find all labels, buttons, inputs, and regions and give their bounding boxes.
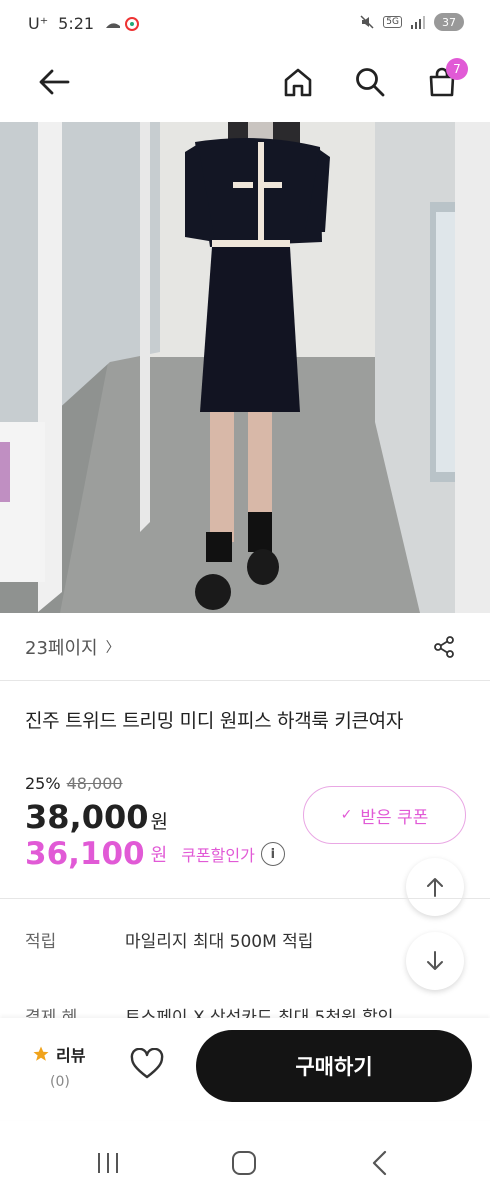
mute-icon (360, 15, 374, 29)
chevron-right-icon: 〉 (105, 640, 120, 656)
signal-icon (411, 16, 425, 29)
original-price: 48,000 (66, 774, 123, 793)
notification-icons (106, 16, 140, 31)
coupon-price-label: 쿠폰할인가 (181, 846, 255, 865)
arrow-up-icon (427, 878, 443, 897)
search-button[interactable] (348, 60, 392, 104)
discount-row: 25% 48,000 (25, 774, 123, 793)
cart-button[interactable]: 7 (420, 58, 468, 104)
home-nav-icon (232, 1151, 256, 1175)
product-image[interactable] (0, 122, 490, 613)
status-bar: U⁺ 5:21 5G 37 (0, 0, 490, 50)
back-nav-button[interactable] (358, 1141, 402, 1185)
coupon-button-label: 받은 쿠폰 (360, 807, 429, 828)
shop-row[interactable]: 23페이지 〉 (0, 614, 490, 680)
received-coupon-button[interactable]: ✓ 받은 쿠폰 (303, 786, 466, 844)
product-title: 진주 트위드 트리밍 미디 원피스 하객룩 키큰여자 (25, 710, 404, 732)
scroll-bottom-button[interactable] (406, 932, 464, 990)
review-summary[interactable]: 리뷰 (0) (32, 1042, 85, 1090)
star-icon (33, 1046, 49, 1061)
back-nav-icon (372, 1150, 387, 1176)
system-nav-bar (0, 1125, 490, 1200)
back-button[interactable] (32, 60, 76, 104)
recent-apps-icon (98, 1153, 118, 1173)
sale-price-unit: 원 (150, 811, 168, 833)
mileage-row: 적립 마일리지 최대 500M 적립 (25, 927, 313, 952)
coupon-price: 36,100 (25, 836, 145, 872)
product-photo (0, 122, 490, 613)
home-button[interactable] (276, 60, 320, 104)
shop-name: 23페이지 (25, 638, 98, 659)
scroll-top-button[interactable] (406, 858, 464, 916)
divider (0, 898, 490, 899)
share-button[interactable] (422, 625, 466, 669)
heart-icon (130, 1047, 164, 1079)
sale-price: 38,000 (25, 798, 149, 836)
price-row: 38,000 원 (25, 798, 168, 836)
check-icon: ✓ (340, 807, 353, 823)
coupon-price-unit: 원 (150, 845, 168, 866)
divider (0, 680, 490, 681)
wishlist-button[interactable] (130, 1047, 164, 1084)
home-icon (284, 68, 312, 97)
share-icon (434, 636, 454, 658)
battery-indicator: 37 (434, 13, 464, 31)
info-icon[interactable]: i (260, 842, 285, 866)
recent-apps-button[interactable] (86, 1141, 130, 1185)
status-left: U⁺ 5:21 (28, 14, 144, 33)
coupon-price-row: 36,100 원 쿠폰할인가 i (25, 836, 285, 872)
shop-link[interactable]: 23페이지 〉 (25, 634, 120, 660)
network-label: 5G (383, 16, 402, 28)
cart-count-badge: 7 (446, 58, 468, 80)
bottom-action-bar: 리뷰 (0) 구매하기 (0, 1018, 490, 1120)
review-label: 리뷰 (56, 1046, 86, 1065)
search-icon (356, 68, 385, 97)
arrow-down-icon (427, 951, 443, 970)
arrow-left-icon (39, 69, 70, 95)
home-nav-button[interactable] (222, 1141, 266, 1185)
carrier-label: U⁺ (28, 14, 49, 33)
mileage-label: 적립 (25, 932, 57, 952)
status-right: 5G 37 (359, 13, 464, 31)
clock: 5:21 (58, 14, 95, 33)
mileage-value: 마일리지 최대 500M 적립 (125, 932, 314, 952)
top-app-bar: 7 (0, 52, 490, 116)
review-count: (0) (50, 1074, 70, 1090)
discount-percent: 25% (25, 774, 61, 793)
buy-button[interactable]: 구매하기 (196, 1030, 472, 1102)
